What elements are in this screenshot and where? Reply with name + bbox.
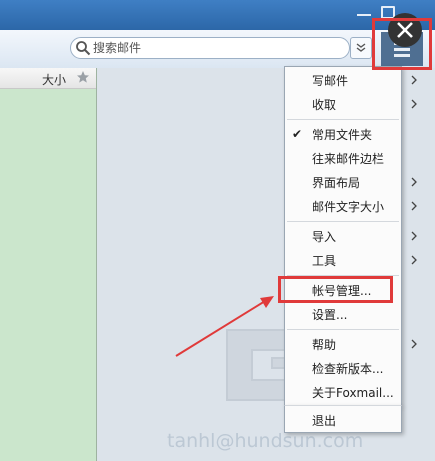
menu-item-about[interactable]: 关于Foxmail...	[285, 380, 401, 404]
menu-item-tools[interactable]: 工具	[285, 248, 417, 272]
menu-item-label: 导入	[312, 229, 337, 244]
highlight-box-account-management	[278, 276, 393, 303]
highlight-box-menu-button	[372, 18, 432, 70]
menu-item-label: 工具	[312, 253, 337, 268]
size-column-header[interactable]: 大小	[42, 71, 66, 88]
mail-list-header: 大小	[0, 68, 96, 89]
search-options-button[interactable]	[350, 37, 372, 59]
title-bar	[0, 0, 435, 30]
menu-item-font-size[interactable]: 邮件文字大小	[285, 194, 417, 218]
chevron-down-icon	[356, 43, 366, 52]
menu-item-label: 关于Foxmail...	[312, 385, 394, 400]
menu-item-label: 检查新版本...	[312, 361, 384, 376]
chevron-right-icon	[411, 339, 417, 349]
menu-item-settings[interactable]: 设置...	[285, 302, 401, 326]
annotation-arrow-icon	[175, 296, 274, 357]
chevron-right-icon	[411, 231, 417, 241]
menu-item-label: 往来邮件边栏	[312, 151, 385, 166]
search-box[interactable]	[70, 37, 350, 59]
menu-item-label: 常用文件夹	[312, 127, 373, 142]
menu-item-label: 设置...	[312, 307, 348, 322]
menu-item-exit[interactable]: 退出	[285, 408, 401, 432]
menu-exit-section: 退出	[284, 405, 402, 433]
menu-item-label: 界面布局	[312, 175, 361, 190]
checkmark-icon: ✔	[292, 127, 303, 141]
chevron-right-icon	[411, 201, 417, 211]
menu-item-check-update[interactable]: 检查新版本...	[285, 356, 401, 380]
menu-item-label: 退出	[312, 413, 337, 428]
menu-item-layout[interactable]: 界面布局	[285, 170, 417, 194]
menu-item-help[interactable]: 帮助	[285, 332, 417, 356]
search-input[interactable]	[91, 40, 325, 56]
menu-separator	[287, 329, 399, 330]
menu-item-label: 帮助	[312, 337, 337, 352]
star-icon[interactable]	[76, 70, 90, 84]
menu-item-label: 邮件文字大小	[312, 199, 385, 214]
chevron-right-icon	[411, 99, 417, 109]
minimize-icon[interactable]	[357, 14, 371, 16]
search-icon	[76, 41, 91, 56]
chevron-right-icon	[411, 75, 417, 85]
menu-item-label: 写邮件	[312, 73, 349, 88]
chevron-right-icon	[411, 255, 417, 265]
menu-item-receive[interactable]: 收取	[285, 92, 417, 116]
menu-item-contact-sidebar[interactable]: 往来邮件边栏	[285, 146, 401, 170]
menu-separator	[287, 119, 399, 120]
mail-list-panel: 大小	[0, 68, 97, 461]
watermark-text: tanhl@hundsun.com	[167, 430, 364, 452]
menu-item-compose[interactable]: 写邮件	[285, 68, 417, 92]
chevron-right-icon	[411, 177, 417, 187]
menu-separator	[287, 221, 399, 222]
main-menu-dropdown: 写邮件 收取 ✔ 常用文件夹 往来邮件边栏 界面布局 邮件文字大小 导入 工具 …	[284, 66, 417, 406]
toolbar	[0, 30, 435, 69]
menu-item-common-folders[interactable]: ✔ 常用文件夹	[285, 122, 401, 146]
menu-item-import[interactable]: 导入	[285, 224, 417, 248]
menu-item-label: 收取	[312, 97, 337, 112]
